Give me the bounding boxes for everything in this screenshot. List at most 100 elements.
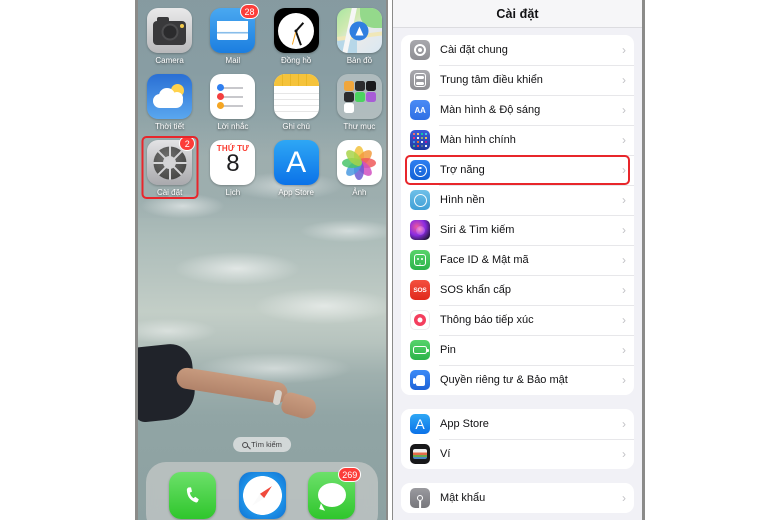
settings-row-general[interactable]: Cài đặt chung › <box>401 35 634 65</box>
iphone-home-screen: Camera 28 Mail Đồng hồ Bản đồ Thời tiết … <box>135 0 388 520</box>
settings-group-3: Mật khẩu › <box>401 483 634 513</box>
row-label: Trung tâm điều khiển <box>440 74 543 86</box>
exposure-notification-icon <box>410 310 430 330</box>
phone-handset-glyph <box>187 486 200 502</box>
chevron-right-icon: › <box>622 373 626 387</box>
notes-icon[interactable] <box>273 74 319 119</box>
app-label: Ghi chú <box>282 122 310 131</box>
folder-icon[interactable] <box>336 74 382 119</box>
phone-icon[interactable] <box>168 472 216 519</box>
page-title: Cài đặt <box>496 6 539 21</box>
settings-row-battery[interactable]: Pin › <box>401 335 634 365</box>
app-label: Lịch <box>225 188 241 197</box>
wallet-icon <box>410 444 430 464</box>
app-store-icon[interactable]: A <box>273 140 319 185</box>
calendar-day-number: 8 <box>226 150 240 177</box>
password-key-icon <box>410 488 430 508</box>
dock-app-messages[interactable]: 269 <box>308 467 362 519</box>
app-store-icon: A <box>410 414 430 434</box>
settings-group-2: A App Store › Ví › <box>401 409 634 469</box>
app-label: Lời nhắc <box>217 122 249 131</box>
app-settings[interactable]: 2 Cài đặt <box>138 136 201 199</box>
settings-row-exposure-notifications[interactable]: Thông báo tiếp xúc › <box>401 305 634 335</box>
settings-badge: 2 <box>179 136 196 151</box>
app-maps[interactable]: Bản đồ <box>328 8 386 65</box>
app-notes[interactable]: Ghi chú <box>265 74 328 131</box>
calendar-icon[interactable]: THỨ TƯ 8 <box>210 140 256 185</box>
row-label: Trợ năng <box>440 164 485 176</box>
settings-row-privacy[interactable]: Quyền riêng tư & Bảo mật › <box>401 365 634 395</box>
row-label: Ví <box>440 448 451 460</box>
home-search-pill[interactable]: Tìm kiếm <box>233 437 291 452</box>
app-label: Camera <box>155 56 184 65</box>
maps-icon[interactable] <box>336 8 382 53</box>
app-photos[interactable]: Ảnh <box>328 140 386 197</box>
app-folder[interactable]: Thư mục <box>328 74 386 131</box>
chevron-right-icon: › <box>622 417 626 431</box>
settings-row-accessibility[interactable]: Trợ năng › <box>401 155 634 185</box>
app-app-store[interactable]: A App Store <box>265 140 328 197</box>
mail-badge: 28 <box>240 4 259 19</box>
app-label: Cài đặt <box>156 188 183 197</box>
settings-row-app-store[interactable]: A App Store › <box>401 409 634 439</box>
settings-row-wallpaper[interactable]: Hình nền › <box>401 185 634 215</box>
app-label: Mail <box>225 56 241 65</box>
screenshot-root: Camera 28 Mail Đồng hồ Bản đồ Thời tiết … <box>0 0 780 520</box>
app-camera[interactable]: Camera <box>138 8 201 65</box>
search-label: Tìm kiếm <box>251 440 282 449</box>
photos-icon[interactable] <box>336 140 382 185</box>
app-reminders[interactable]: Lời nhắc <box>201 74 264 131</box>
camera-icon[interactable] <box>147 8 193 53</box>
messages-badge: 269 <box>338 467 362 482</box>
row-label: Quyền riêng tư & Bảo mật <box>440 374 568 386</box>
dock-app-safari[interactable] <box>238 472 286 519</box>
app-clock[interactable]: Đồng hồ <box>265 8 328 65</box>
face-id-icon <box>410 250 430 270</box>
app-label: Bản đồ <box>346 56 373 65</box>
app-label: Ảnh <box>352 188 367 197</box>
clock-icon[interactable] <box>273 8 319 53</box>
battery-icon <box>410 340 430 360</box>
chevron-right-icon: › <box>622 491 626 505</box>
row-label: App Store <box>440 418 489 430</box>
search-icon <box>242 441 249 448</box>
chevron-right-icon: › <box>622 163 626 177</box>
chevron-right-icon: › <box>622 447 626 461</box>
sos-icon: SOS <box>410 280 430 300</box>
settings-row-siri-search[interactable]: Siri & Tìm kiếm › <box>401 215 634 245</box>
settings-row-display-brightness[interactable]: AA Màn hình & Độ sáng › <box>401 95 634 125</box>
dock-app-phone[interactable] <box>168 472 216 519</box>
home-screen-icon <box>410 130 430 150</box>
control-center-icon <box>410 70 430 90</box>
wallpaper-icon <box>410 190 430 210</box>
iphone-settings-screen: Cài đặt Cài đặt chung › Trung tâm điều k… <box>392 0 645 520</box>
settings-row-wallet[interactable]: Ví › <box>401 439 634 469</box>
chevron-right-icon: › <box>622 313 626 327</box>
row-label: Màn hình chính <box>440 134 516 146</box>
row-label: Pin <box>440 344 456 356</box>
app-label: Thời tiết <box>154 122 185 131</box>
app-calendar[interactable]: THỨ TƯ 8 Lịch <box>201 140 264 197</box>
settings-group-1: Cài đặt chung › Trung tâm điều khiển › A… <box>401 35 634 395</box>
chevron-right-icon: › <box>622 343 626 357</box>
weather-icon[interactable] <box>147 74 193 119</box>
app-weather[interactable]: Thời tiết <box>138 74 201 131</box>
row-label: Siri & Tìm kiếm <box>440 224 515 236</box>
row-label: Cài đặt chung <box>440 44 508 56</box>
reminders-icon[interactable] <box>210 74 256 119</box>
app-mail[interactable]: 28 Mail <box>201 4 264 65</box>
chevron-right-icon: › <box>622 193 626 207</box>
app-label: Thư mục <box>343 122 376 131</box>
row-label: Màn hình & Độ sáng <box>440 104 541 116</box>
settings-nav-bar: Cài đặt <box>393 0 642 28</box>
row-label: SOS khẩn cấp <box>440 284 511 296</box>
settings-row-control-center[interactable]: Trung tâm điều khiển › <box>401 65 634 95</box>
gear-icon <box>410 40 430 60</box>
settings-row-passwords[interactable]: Mật khẩu › <box>401 483 634 513</box>
privacy-hand-icon <box>410 370 430 390</box>
chevron-right-icon: › <box>622 73 626 87</box>
settings-row-face-id[interactable]: Face ID & Mật mã › <box>401 245 634 275</box>
safari-icon[interactable] <box>238 472 286 519</box>
settings-row-home-screen[interactable]: Màn hình chính › <box>401 125 634 155</box>
settings-row-sos[interactable]: SOS SOS khẩn cấp › <box>401 275 634 305</box>
